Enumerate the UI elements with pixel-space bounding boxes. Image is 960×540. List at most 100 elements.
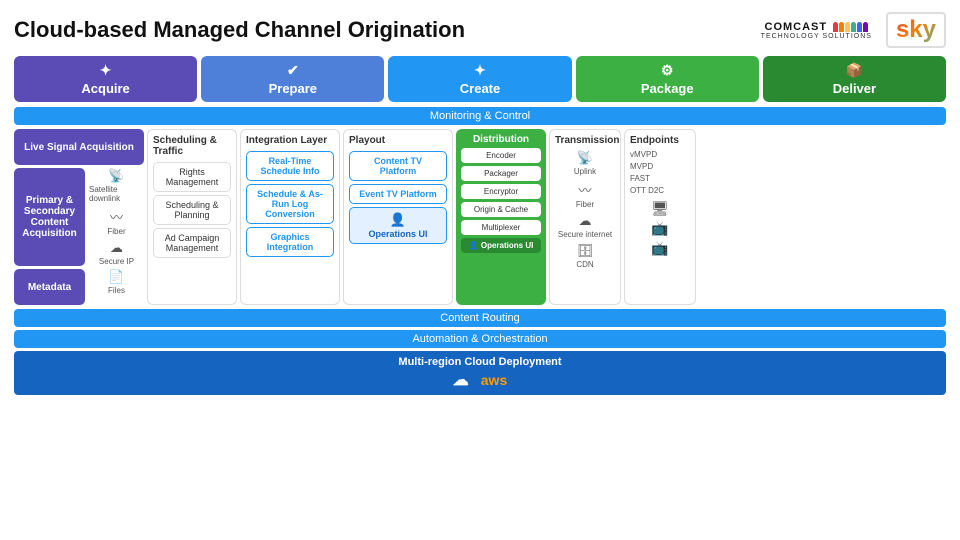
uplink-label: Uplink <box>574 167 596 176</box>
automation-bar: Automation & Orchestration <box>14 330 946 348</box>
playout-ops-card: 👤 Operations UI <box>349 207 447 244</box>
nav-package[interactable]: ⚙ Package <box>576 56 759 102</box>
primary-secondary-row: Primary & Secondary Content Acquisition … <box>14 168 144 266</box>
files-icon: 📄 <box>108 269 124 285</box>
sky-logo: sky <box>886 12 946 48</box>
dist-ops-card: 👤 Operations UI <box>461 238 541 253</box>
ad-campaign-card: Ad Campaign Management <box>153 228 231 258</box>
dist-ops-label: Operations UI <box>481 241 533 250</box>
live-signal-card: Live Signal Acquisition <box>14 129 144 165</box>
nav-create[interactable]: ✦ Create <box>388 56 571 102</box>
satellite-icon: 📡 <box>108 168 124 184</box>
secureip-signal: ☁ Secure IP <box>89 240 144 266</box>
transmission-section: Transmission 📡 Uplink 〰 Fiber ☁ Secure i… <box>549 129 621 305</box>
files-signal: 📄 Files <box>89 269 144 295</box>
playout-ops-label: Operations UI <box>368 229 427 239</box>
deliver-icon: 📦 <box>846 62 863 79</box>
origin-cache-card: Origin & Cache <box>461 202 541 217</box>
aws-logo: aws <box>481 372 507 388</box>
left-col: Live Signal Acquisition Primary & Second… <box>14 129 144 305</box>
files-label: Files <box>108 286 125 295</box>
encryptor-card: Encryptor <box>461 184 541 199</box>
fiber-trans-item: 〰 Fiber <box>555 180 615 209</box>
cloud-icon: ☁ <box>453 370 469 390</box>
schedule-asrun-card: Schedule & As-Run Log Conversion <box>246 184 334 224</box>
multiplexer-card: Multiplexer <box>461 220 541 235</box>
top-nav: ✦ Acquire ✔ Prepare ✦ Create ⚙ Package 📦… <box>14 56 946 102</box>
secureinternet-item: ☁ Secure internet <box>555 213 615 239</box>
scheduling-planning-card: Scheduling & Planning <box>153 195 231 225</box>
main-content: Live Signal Acquisition Primary & Second… <box>14 129 946 305</box>
fast-label: FAST <box>630 173 690 185</box>
fiber-icon: 〰 <box>110 207 123 226</box>
comcast-logo: COMCAST TECHNOLOGY SOLUTIONS <box>761 21 872 40</box>
vmvpd-label: vMVPD <box>630 149 690 161</box>
page: Cloud-based Managed Channel Origination … <box>0 0 960 540</box>
ottd2c-label: OTT D2C <box>630 185 690 197</box>
secureinternet-label: Secure internet <box>558 230 612 239</box>
fiber-trans-label: Fiber <box>576 200 594 209</box>
encoder-card: Encoder <box>461 148 541 163</box>
rights-mgmt-card: Rights Management <box>153 162 231 192</box>
prepare-icon: ✔ <box>287 62 299 79</box>
nav-deliver-label: Deliver <box>833 81 876 96</box>
event-tv-card: Event TV Platform <box>349 184 447 204</box>
nav-acquire-label: Acquire <box>81 81 129 96</box>
uplink-icon: 📡 <box>577 150 593 166</box>
metadata-row: Metadata 📄 Files <box>14 269 144 305</box>
nav-prepare[interactable]: ✔ Prepare <box>201 56 384 102</box>
scheduling-title: Scheduling & Traffic <box>153 135 231 157</box>
primary-secondary-card: Primary & Secondary Content Acquisition <box>14 168 85 266</box>
mvpd-label: MVPD <box>630 161 690 173</box>
fiber-signal: 〰 Fiber <box>89 207 144 236</box>
monitoring-bar: Monitoring & Control <box>14 107 946 125</box>
content-routing-bar: Content Routing <box>14 309 946 327</box>
create-icon: ✦ <box>474 62 486 79</box>
multiregion-label: Multi-region Cloud Deployment <box>398 356 561 368</box>
multiregion-bar: Multi-region Cloud Deployment ☁ aws <box>14 351 946 395</box>
nbc-peacock-icon <box>833 22 868 32</box>
endpoints-title: Endpoints <box>630 135 690 146</box>
transmission-title: Transmission <box>555 135 615 146</box>
graphics-integration-card: Graphics Integration <box>246 227 334 257</box>
comcast-sub: TECHNOLOGY SOLUTIONS <box>761 33 872 40</box>
secureip-label: Secure IP <box>99 257 134 266</box>
monitor-icon: 🖥 <box>630 200 690 217</box>
cloud-providers: ☁ aws <box>453 370 507 390</box>
metadata-card: Metadata <box>14 269 85 305</box>
fiber-trans-icon: 〰 <box>578 180 591 199</box>
packager-card: Packager <box>461 166 541 181</box>
uplink-item: 📡 Uplink <box>555 150 615 176</box>
playout-section: Playout Content TV Platform Event TV Pla… <box>343 129 453 305</box>
nav-create-label: Create <box>460 81 500 96</box>
distribution-section: Distribution Encoder Packager Encryptor … <box>456 129 546 305</box>
tv-icon-1: 📺 <box>630 220 690 237</box>
acquire-icon: ✦ <box>100 62 112 79</box>
files-icons: 📄 Files <box>89 269 144 305</box>
playout-title: Playout <box>349 135 447 146</box>
realtime-schedule-card: Real-Time Schedule Info <box>246 151 334 181</box>
package-icon: ⚙ <box>661 62 674 79</box>
page-title: Cloud-based Managed Channel Origination <box>14 17 465 43</box>
comcast-name: COMCAST <box>765 21 828 33</box>
nav-acquire[interactable]: ✦ Acquire <box>14 56 197 102</box>
header: Cloud-based Managed Channel Origination … <box>14 12 946 48</box>
dist-ops-icon: 👤 <box>469 241 479 250</box>
tv-icon-2: 📺 <box>630 240 690 257</box>
cdn-label: CDN <box>576 260 593 269</box>
cdn-icon: 🗄 <box>577 243 594 259</box>
satellite-signal: 📡 Satellite downlink <box>89 168 144 203</box>
playout-ops-icon: 👤 <box>390 212 406 228</box>
scheduling-section: Scheduling & Traffic Rights Management S… <box>147 129 237 305</box>
integration-section: Integration Layer Real-Time Schedule Inf… <box>240 129 340 305</box>
nav-deliver[interactable]: 📦 Deliver <box>763 56 946 102</box>
distribution-title: Distribution <box>461 134 541 145</box>
endpoints-section: Endpoints vMVPD MVPD FAST OTT D2C 🖥 📺 📺 <box>624 129 696 305</box>
fiber-label: Fiber <box>107 227 125 236</box>
endpoints-text: vMVPD MVPD FAST OTT D2C <box>630 149 690 197</box>
bottom-bars: Content Routing Automation & Orchestrati… <box>14 309 946 395</box>
signal-icons: 📡 Satellite downlink 〰 Fiber ☁ Secure IP <box>89 168 144 266</box>
logos: COMCAST TECHNOLOGY SOLUTIONS sky <box>761 12 946 48</box>
content-tv-card: Content TV Platform <box>349 151 447 181</box>
secureinternet-icon: ☁ <box>579 213 592 229</box>
